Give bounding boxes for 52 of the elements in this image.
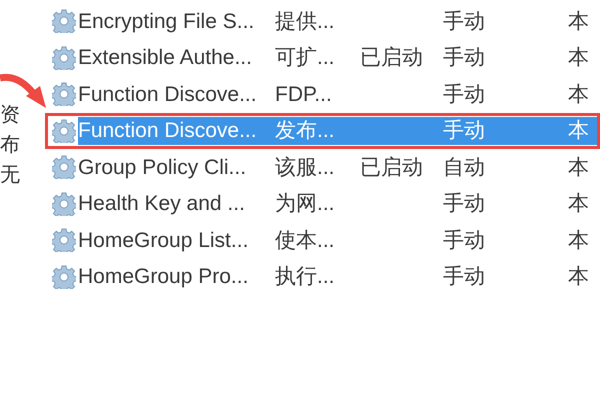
startup-type: 自动 [443, 156, 485, 178]
gear-icon [52, 155, 76, 180]
startup-type: 手动 [443, 192, 485, 215]
gear-icon [52, 192, 76, 216]
logon-as: 本 [568, 119, 589, 142]
gear-icon [52, 228, 76, 252]
logon-as: 本 [568, 156, 589, 178]
logon-as: 本 [568, 46, 589, 69]
startup-type: 手动 [443, 119, 485, 142]
service-name: HomeGroup List... [78, 228, 248, 252]
gear-icon [52, 9, 76, 34]
service-name: HomeGroup Pro... [78, 265, 248, 288]
service-row[interactable]: Encrypting File S... 提供... 手动 本 [45, 3, 600, 40]
gear-icon [52, 118, 76, 143]
service-description: 为网... [275, 192, 335, 215]
service-name: Function Discove... [78, 119, 257, 142]
startup-type: 手动 [443, 228, 485, 252]
text-fragment: 无 [0, 163, 21, 188]
service-row[interactable]: Health Key and ... 为网... 手动 本 [45, 186, 600, 222]
logon-as: 本 [568, 82, 589, 106]
service-name: Encrypting File S... [78, 10, 254, 32]
logon-as: 本 [568, 265, 589, 288]
logon-as: 本 [568, 228, 589, 252]
startup-type: 手动 [443, 265, 485, 288]
logon-as: 本 [568, 192, 589, 215]
service-row[interactable]: HomeGroup List... 使本... 手动 本 [45, 222, 600, 258]
service-row[interactable]: Group Policy Cli... 该服... 已启动 自动 本 [45, 149, 600, 186]
service-description: 可扩... [275, 46, 335, 69]
service-status: 已启动 [360, 46, 423, 69]
logon-as: 本 [568, 10, 589, 32]
service-row[interactable]: HomeGroup Pro... 执行... 手动 本 [45, 258, 600, 295]
gear-icon [52, 46, 76, 70]
service-row[interactable]: Function Discove... FDP... 手动 本 [45, 76, 600, 112]
startup-type: 手动 [443, 82, 485, 106]
service-name: Extensible Authe... [78, 46, 252, 69]
service-name: Function Discove... [78, 82, 257, 106]
gear-icon [52, 82, 76, 106]
service-description: 使本... [275, 228, 335, 252]
service-description: 提供... [275, 10, 335, 32]
service-description: FDP... [275, 82, 332, 106]
service-description: 该服... [275, 156, 335, 178]
service-name: Health Key and ... [78, 192, 245, 215]
startup-type: 手动 [443, 46, 485, 69]
text-fragment: 布 [0, 133, 21, 158]
startup-type: 手动 [443, 10, 485, 32]
text-fragment: 资 [0, 103, 21, 128]
gear-icon [52, 264, 76, 289]
service-description: 发布... [275, 119, 335, 142]
service-name: Group Policy Cli... [78, 156, 246, 178]
service-description: 执行... [275, 265, 335, 288]
service-status: 已启动 [360, 156, 423, 178]
service-row[interactable]: Extensible Authe... 可扩... 已启动 手动 本 [45, 40, 600, 76]
